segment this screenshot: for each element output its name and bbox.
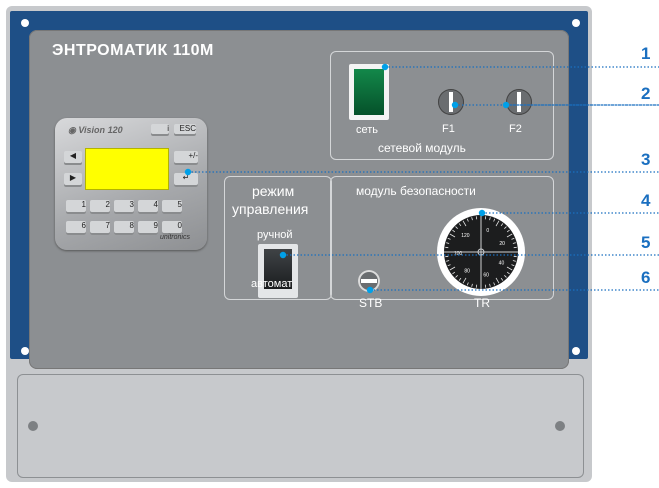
callout-2: 2	[641, 84, 651, 103]
callout-anchor-dot	[502, 101, 510, 109]
callout-anchor-dot	[366, 286, 374, 294]
lower-cover-panel	[17, 374, 584, 478]
callout-1: 1	[641, 44, 651, 63]
callout-anchor-dot	[279, 251, 287, 259]
callout-anchor-dot	[184, 168, 192, 176]
callout-3: 3	[641, 150, 651, 169]
callout-anchor-dot	[381, 63, 389, 71]
callout-4: 4	[641, 191, 651, 210]
callout-anchor-dot	[478, 209, 486, 217]
callout-5: 5	[641, 233, 651, 252]
cover-screw-left	[28, 421, 38, 431]
cover-screw-right	[555, 421, 565, 431]
callout-anchor-dot	[451, 101, 459, 109]
callout-6: 6	[641, 268, 651, 287]
